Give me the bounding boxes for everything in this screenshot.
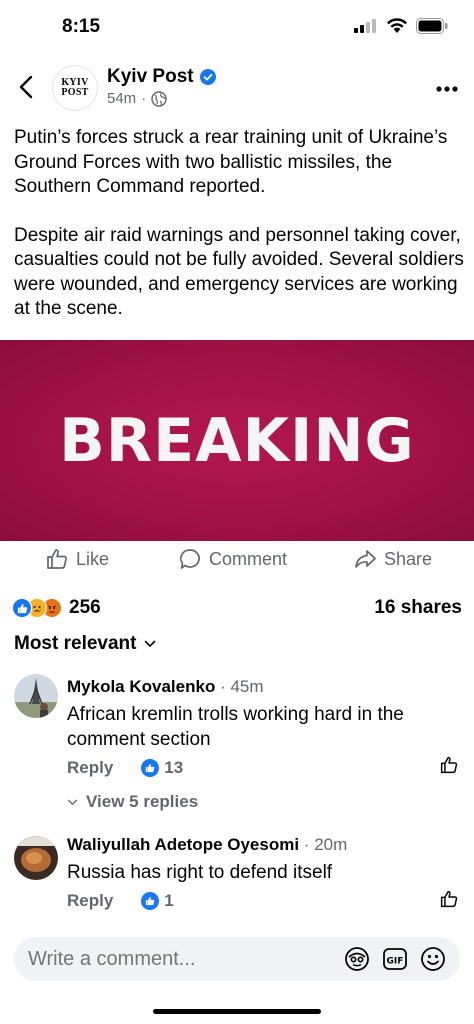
post-paragraph-1: Putin’s forces struck a rear training un…	[14, 127, 448, 197]
avatar-sticker-icon[interactable]	[344, 946, 370, 972]
comment-composer: GIF	[0, 933, 474, 1024]
comment-sort-dropdown[interactable]: Most relevant	[14, 633, 156, 655]
comment-bubble-icon	[179, 549, 200, 569]
comment-text: African kremlin trolls working hard in t…	[67, 704, 404, 750]
reaction-icons	[12, 598, 62, 618]
view-replies-label: View 5 replies	[86, 792, 199, 811]
avatar-logo-line2: POST	[61, 87, 89, 98]
comment-like-count[interactable]: 1	[141, 891, 174, 911]
comment-actions: Reply 1	[67, 891, 457, 911]
post-paragraph-2: Despite air raid warnings and personnel …	[14, 224, 464, 320]
like-count-value: 1	[164, 891, 174, 910]
svg-text:GIF: GIF	[387, 957, 404, 967]
sort-label: Most relevant	[14, 633, 137, 654]
comment-body: Waliyullah Adetope Oyesomi · 20m Russia …	[67, 834, 457, 911]
share-button[interactable]: Share	[354, 548, 432, 570]
like-count-value: 13	[164, 758, 184, 777]
comment-label: Comment	[209, 548, 288, 569]
comment-input[interactable]	[28, 947, 344, 971]
meta-separator: ·	[141, 90, 147, 107]
back-button[interactable]	[14, 74, 38, 100]
page-avatar[interactable]: KYIV POST	[52, 65, 98, 111]
post-action-bar: Like Comment Share	[0, 548, 474, 580]
share-label: Share	[384, 548, 433, 569]
comment-body: Mykola Kovalenko · 45m African kremlin t…	[67, 676, 457, 812]
comment-like-count[interactable]: 13	[141, 758, 183, 778]
comment-time: 20m	[314, 835, 348, 854]
comment-like-button[interactable]	[440, 890, 458, 913]
like-badge-icon	[141, 892, 160, 910]
chevron-left-icon	[19, 75, 33, 99]
reaction-count: 256	[69, 597, 101, 618]
gif-icon[interactable]: GIF	[382, 946, 408, 972]
emoji-icon[interactable]	[420, 946, 446, 972]
wifi-icon	[387, 18, 407, 33]
verified-badge-icon	[199, 69, 216, 85]
comment-actions: Reply 13	[67, 758, 457, 778]
chevron-down-icon	[67, 799, 78, 805]
cellular-signal-icon	[354, 19, 376, 33]
thumbs-up-icon	[47, 549, 67, 569]
home-indicator	[153, 1009, 321, 1014]
page-name[interactable]: Kyiv Post	[107, 66, 194, 88]
reply-button[interactable]: Reply	[67, 758, 113, 778]
more-dots-icon	[436, 86, 458, 92]
reply-button[interactable]: Reply	[67, 891, 113, 911]
more-options-button[interactable]	[436, 76, 458, 92]
comment-input-container[interactable]: GIF	[14, 937, 460, 981]
globe-icon	[151, 90, 167, 107]
battery-icon	[416, 18, 448, 34]
comment-author[interactable]: Mykola Kovalenko	[67, 677, 215, 696]
comment-button[interactable]: Comment	[179, 548, 287, 570]
reactions-count-group[interactable]: 256	[12, 597, 101, 619]
page-name-row: Kyiv Post	[107, 66, 216, 88]
commenter-avatar[interactable]	[14, 836, 58, 880]
chevron-down-icon	[145, 640, 156, 647]
like-reaction-icon	[12, 598, 32, 618]
post-header: KYIV POST Kyiv Post 54m ·	[0, 62, 474, 114]
post-meta: 54m ·	[107, 90, 167, 107]
reactions-summary: 256 16 shares	[12, 594, 462, 622]
image-breaking-text: BREAKING	[59, 405, 415, 476]
comment-author[interactable]: Waliyullah Adetope Oyesomi	[67, 835, 299, 854]
comment-header: Mykola Kovalenko · 45m	[67, 677, 264, 696]
commenter-avatar[interactable]	[14, 674, 58, 718]
comment-like-button[interactable]	[440, 756, 458, 779]
view-replies-button[interactable]: View 5 replies	[67, 792, 457, 812]
post-time[interactable]: 54m	[107, 90, 136, 107]
thumbs-up-icon	[440, 890, 458, 908]
post-text: Putin’s forces struck a rear training un…	[14, 126, 464, 322]
status-icons	[354, 18, 448, 34]
post-image[interactable]: BREAKING	[0, 340, 474, 541]
shares-count[interactable]: 16 shares	[374, 597, 462, 619]
composer-icons: GIF	[344, 946, 446, 972]
comment-text: Russia has right to defend itself	[67, 862, 333, 883]
thumbs-up-icon	[440, 756, 458, 774]
status-time: 8:15	[62, 16, 101, 37]
like-badge-icon	[141, 759, 160, 777]
share-arrow-icon	[355, 550, 376, 568]
comment-time: 45m	[230, 677, 264, 696]
like-label: Like	[76, 548, 110, 569]
comment-header: Waliyullah Adetope Oyesomi · 20m	[67, 835, 348, 854]
status-bar: 8:15	[0, 0, 474, 56]
like-button[interactable]: Like	[46, 548, 109, 570]
